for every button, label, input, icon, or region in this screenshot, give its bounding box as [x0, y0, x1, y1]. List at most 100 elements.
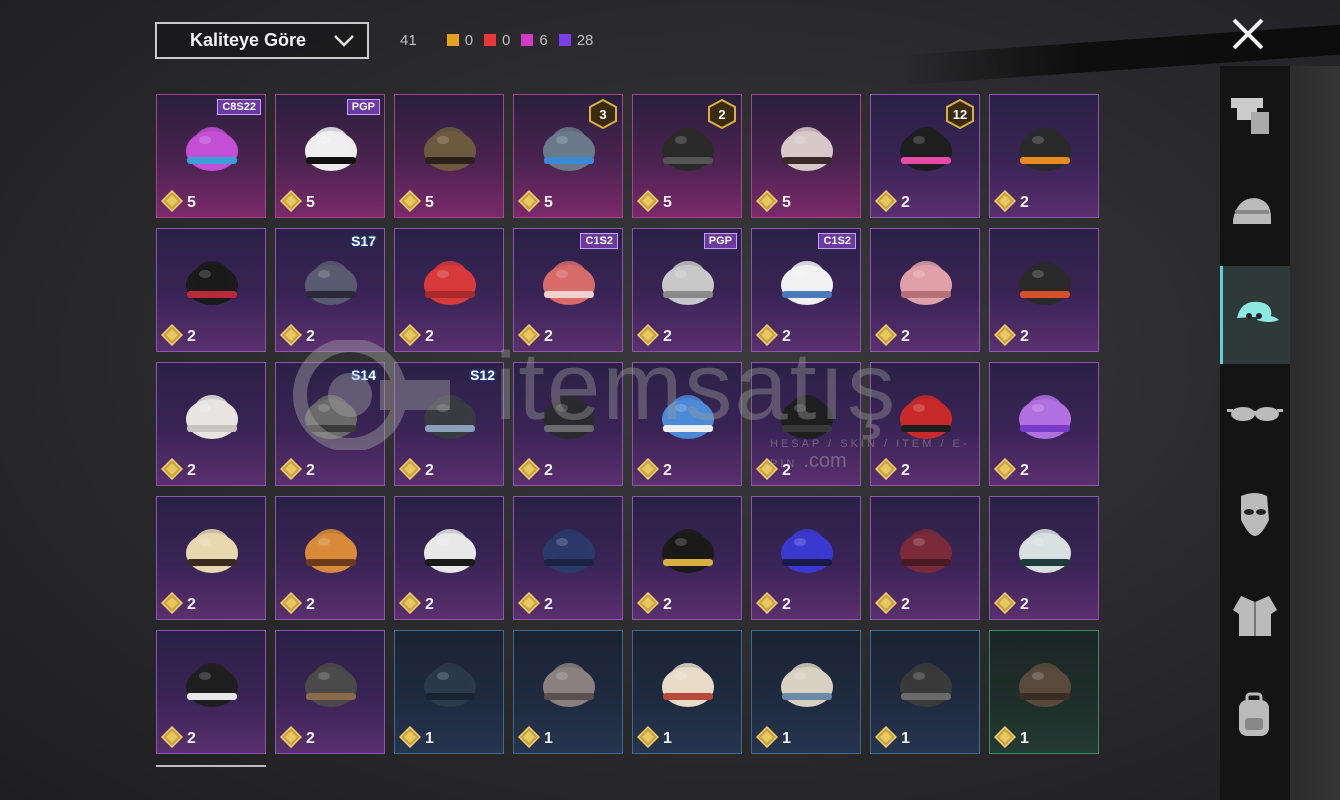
close-icon[interactable]	[1228, 14, 1268, 54]
inventory-tile[interactable]: 2	[156, 228, 266, 352]
tile-count: 5	[782, 194, 791, 211]
svg-text:12: 12	[953, 107, 967, 122]
inventory-tile[interactable]: 2	[394, 496, 504, 620]
inventory-tile[interactable]: 2	[989, 362, 1099, 486]
fez-icon	[415, 247, 485, 317]
inventory-tile[interactable]: 2	[632, 362, 742, 486]
tile-count: 2	[663, 328, 672, 345]
inventory-tile[interactable]: S14 2	[275, 362, 385, 486]
inventory-tile[interactable]: 2	[275, 630, 385, 754]
inventory-tile[interactable]: 2	[989, 94, 1099, 218]
tile-count: 2	[782, 596, 791, 613]
inventory-tile[interactable]: 1	[989, 630, 1099, 754]
sidebar-item-outfit[interactable]	[1220, 66, 1290, 164]
tile-badge: PGP	[346, 99, 380, 115]
inventory-tile[interactable]: 2	[513, 496, 623, 620]
inventory-tile[interactable]: 35	[513, 94, 623, 218]
beanie-icon	[177, 381, 247, 451]
sidebar-item-glasses[interactable]	[1220, 366, 1290, 464]
tile-count: 2	[425, 328, 434, 345]
scroll-indicator[interactable]	[156, 765, 266, 767]
inventory-tile[interactable]: C8S22 5	[156, 94, 266, 218]
coin-icon	[398, 725, 422, 749]
coin-icon	[755, 323, 779, 347]
total-count: 41	[400, 31, 417, 49]
chevron-down-icon	[334, 34, 354, 47]
inventory-tile[interactable]: C1S2 2	[513, 228, 623, 352]
tile-count: 2	[1020, 194, 1029, 211]
coin-icon	[398, 591, 422, 615]
rarity-square-icon	[484, 34, 497, 46]
tile-count: 5	[663, 194, 672, 211]
inventory-tile[interactable]: 5	[751, 94, 861, 218]
inventory-tile[interactable]: PGP 5	[275, 94, 385, 218]
sidebar-item-jacket[interactable]	[1220, 566, 1290, 664]
inventory-tile[interactable]: 2	[513, 362, 623, 486]
coin-icon	[993, 457, 1017, 481]
tile-count: 1	[663, 730, 672, 747]
aviator-cap-icon	[296, 649, 366, 719]
inventory-tile[interactable]: 2	[275, 496, 385, 620]
inventory-tile[interactable]: 2	[870, 362, 980, 486]
rarity-square-icon	[446, 34, 459, 46]
maroon-fedora-icon	[891, 515, 961, 585]
inventory-tile[interactable]: 2	[989, 496, 1099, 620]
inventory-tile[interactable]: S17 2	[275, 228, 385, 352]
inventory-tile[interactable]: 2	[156, 496, 266, 620]
inventory-tile[interactable]: 12 2	[870, 94, 980, 218]
coin-icon	[636, 457, 660, 481]
tile-count: 2	[663, 596, 672, 613]
tile-count: 1	[1020, 730, 1029, 747]
coin-icon	[279, 323, 303, 347]
inventory-tile[interactable]: 2	[870, 496, 980, 620]
tile-badge: PGP	[703, 233, 737, 249]
tile-count: 2	[544, 596, 553, 613]
coin-icon	[993, 725, 1017, 749]
inventory-tile[interactable]: 2	[156, 630, 266, 754]
coin-icon	[636, 591, 660, 615]
inventory-tile[interactable]: 2	[751, 362, 861, 486]
coin-icon	[636, 189, 660, 213]
inventory-tile[interactable]: 25	[632, 94, 742, 218]
grey-beret-icon	[534, 649, 604, 719]
wig-icon	[177, 113, 247, 183]
coin-icon	[517, 591, 541, 615]
inventory-tile[interactable]: 2	[632, 496, 742, 620]
tile-count: 1	[782, 730, 791, 747]
inventory-tile[interactable]: 1	[513, 630, 623, 754]
coin-icon	[160, 591, 184, 615]
sidebar-item-mask[interactable]	[1220, 466, 1290, 564]
inventory-tile[interactable]: C1S2 2	[751, 228, 861, 352]
tile-count: 2	[1020, 328, 1029, 345]
inventory-tile[interactable]: 2	[751, 496, 861, 620]
tile-count: 2	[544, 462, 553, 479]
sidebar-item-backpack[interactable]	[1220, 666, 1290, 764]
tactical-cap-icon	[891, 649, 961, 719]
inventory-tile[interactable]: 2	[870, 228, 980, 352]
inventory-tile[interactable]: 1	[394, 630, 504, 754]
glasses-icon	[1227, 407, 1283, 421]
blue-cap-icon	[772, 515, 842, 585]
svg-text:3: 3	[599, 107, 606, 122]
inventory-tile[interactable]: S12 2	[394, 362, 504, 486]
sidebar-item-helmet[interactable]	[1220, 166, 1290, 264]
coin-icon	[993, 189, 1017, 213]
inventory-tile[interactable]: 2	[394, 228, 504, 352]
inventory-tile[interactable]: 1	[751, 630, 861, 754]
inventory-tile[interactable]: PGP 2	[632, 228, 742, 352]
rarity-count-value: 0	[502, 31, 511, 49]
tile-count: 2	[425, 596, 434, 613]
coin-icon	[279, 725, 303, 749]
inventory-tile[interactable]: 1	[632, 630, 742, 754]
inventory-tile[interactable]: 5	[394, 94, 504, 218]
inventory-tile[interactable]: 2	[989, 228, 1099, 352]
tile-count: 2	[901, 194, 910, 211]
inventory-tile[interactable]: 1	[870, 630, 980, 754]
sidebar-item-hat[interactable]	[1220, 266, 1290, 364]
tile-count: 5	[425, 194, 434, 211]
coin-icon	[279, 457, 303, 481]
sort-dropdown[interactable]: Kaliteye Göre	[155, 22, 369, 59]
inventory-tile[interactable]: 2	[156, 362, 266, 486]
rarity-counts: 41 0 0 6 28	[400, 30, 604, 50]
tile-count: 2	[901, 462, 910, 479]
